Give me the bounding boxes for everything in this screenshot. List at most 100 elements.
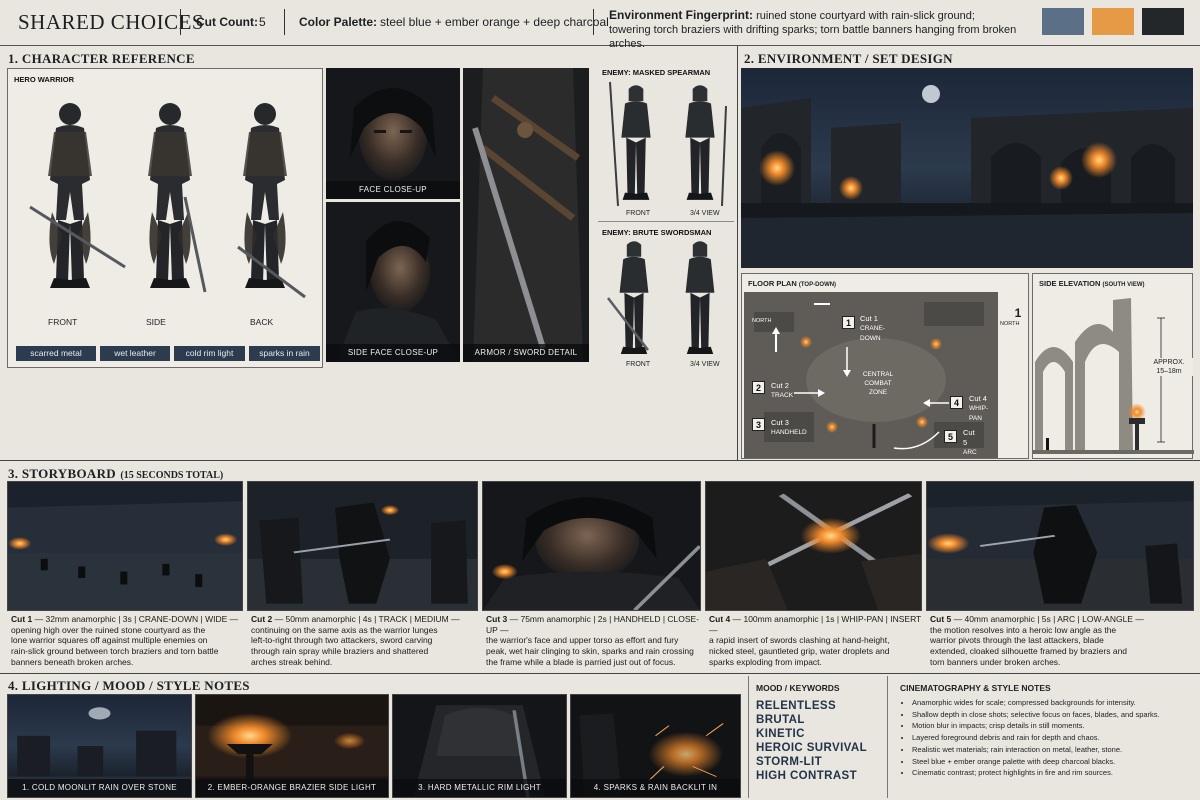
face-closeup-caption: FACE CLOSE-UP (326, 181, 460, 199)
brute-view-34: 3/4 VIEW (690, 361, 720, 368)
cut-count-value: 5 (259, 15, 266, 29)
cut-spec: — 40mm anamorphic | 5s | ARC | LOW-ANGLE… (951, 614, 1144, 624)
page-title: SHARED CHOICES (18, 10, 205, 34)
mood-keyword: BRUTAL (756, 714, 805, 726)
cut-description-line: peak, wet hair clinging to skin, sparks … (486, 646, 694, 657)
enemy-brute-label: ENEMY: BRUTE SWORDSMAN (602, 228, 712, 237)
mood-keyword: KINETIC (756, 728, 805, 740)
env-label: Environment Fingerprint: (609, 8, 753, 22)
storyboard-frame (7, 481, 243, 611)
storyboard-frame (926, 481, 1194, 611)
cut-description-line: through rain spray while braziers and sh… (251, 646, 429, 657)
cut-spec: — 100mm anamorphic | 1s | WHIP-PAN | INS… (709, 614, 922, 635)
north-marker-num: 1 (1014, 306, 1022, 320)
cut-description-line: opening high over the ruined stone court… (11, 624, 206, 635)
section-title-lighting: 4. LIGHTING / MOOD / STYLE NOTES (8, 678, 250, 693)
lighting-reference-image: 1. COLD MOONLIT RAIN OVER STONE (7, 694, 192, 798)
cut-marker-label: Cut 3 HANDHELD (771, 418, 807, 438)
storyboard-description: Cut 2 — 50mm anamorphic | 4s | TRACK | M… (251, 614, 478, 668)
north-marker-label: NORTH (1000, 321, 1020, 327)
cut-description-line: sparks exploding from impact. (709, 656, 822, 667)
hero-turnaround-figures (29, 103, 306, 299)
env-line-1: ruined stone courtyard with rain-slick g… (756, 10, 975, 22)
side-elevation-panel: SIDE ELEVATION (SOUTH VIEW) APPROX. 15–1… (1032, 273, 1194, 459)
cut-description-line: continuing on the same axis as the warri… (251, 624, 438, 635)
section-title-character: 1. CHARACTER REFERENCE (8, 51, 195, 66)
cut-marker-badge: 3 (752, 418, 765, 431)
header-divider (180, 9, 181, 35)
cut-spec: — 32mm anamorphic | 3s | CRANE-DOWN | WI… (32, 614, 239, 624)
cut-move: ARC (963, 449, 977, 456)
style-note: Steel blue + ember orange palette with d… (912, 756, 1197, 768)
mood-title: MOOD / KEYWORDS (756, 683, 840, 693)
environment-hero-image (741, 68, 1193, 268)
spearman-view-front: FRONT (626, 210, 651, 217)
cut-move: TRACK (771, 392, 794, 399)
cut-heading: Cut 3 (486, 614, 508, 624)
mood-keyword: RELENTLESS (756, 700, 837, 712)
lighting-caption: 1. COLD MOONLIT RAIN OVER STONE (8, 779, 191, 797)
style-notes-list: Anamorphic wides for scale; compressed b… (912, 697, 1197, 779)
approx-value: 15–18m (1156, 368, 1182, 375)
brute-view-front: FRONT (626, 361, 651, 368)
lighting-caption: 2. EMBER-ORANGE BRAZIER SIDE LIGHT (196, 779, 388, 797)
lighting-reference-image: 2. EMBER-ORANGE BRAZIER SIDE LIGHT (195, 694, 389, 798)
header-bar: SHARED CHOICES Cut Count: 5 Color Palett… (0, 0, 1200, 50)
section-divider (737, 46, 738, 460)
lighting-reference-image: 3. HARD METALLIC RIM LIGHT (392, 694, 567, 798)
side-elevation-sub: (SOUTH VIEW) (1102, 282, 1145, 288)
style-note: Shallow depth in close shots; selective … (912, 709, 1197, 721)
section-divider (0, 460, 1200, 461)
cut-description-line: banners beneath broken arches. (11, 656, 134, 667)
storyboard-description: Cut 1 — 32mm anamorphic | 3s | CRANE-DOW… (11, 614, 243, 668)
spearman-figures (609, 81, 727, 207)
storyboard-description: Cut 5 — 40mm anamorphic | 5s | ARC | LOW… (930, 614, 1194, 668)
cut-description-line: the frame while a blade is parried just … (486, 656, 676, 667)
section-title-environment: 2. ENVIRONMENT / SET DESIGN (744, 51, 953, 66)
mood-keywords: RELENTLESS BRUTAL KINETIC HEROIC SURVIVAL ST… (756, 699, 881, 783)
cut-marker-label: Cut 1 CRANE-DOWN (860, 314, 885, 344)
cut-spec: — 50mm anamorphic | 4s | TRACK | MEDIUM … (272, 614, 460, 624)
cut-heading: Cut 1 (11, 614, 33, 624)
storyboard-frame (705, 481, 922, 611)
cut-marker-badge: 1 (842, 316, 855, 329)
cut-description-line: warrior pivots through the last attacker… (930, 635, 1104, 646)
hero-label: HERO WARRIOR (14, 75, 74, 84)
lighting-caption: 4. SPARKS & RAIN BACKLIT IN CHARCOAL SHA… (571, 779, 740, 797)
spearman-view-34: 3/4 VIEW (690, 210, 720, 217)
view-label-back: BACK (250, 317, 274, 327)
cut-marker-badge: 4 (950, 396, 963, 409)
cut-count-label: Cut Count: (196, 15, 258, 29)
cut-description-line: a rapid insert of swords clashing at han… (709, 635, 890, 646)
lighting-caption: 3. HARD METALLIC RIM LIGHT (393, 779, 566, 797)
style-note: Anamorphic wides for scale; compressed b… (912, 697, 1197, 709)
cut-move: WHIP-PAN (969, 405, 989, 422)
palette-value: steel blue + ember orange + deep charcoa… (380, 15, 609, 29)
storyboard-strip: Cut 1 — 32mm anamorphic | 3s | CRANE-DOW… (0, 481, 1200, 671)
swatch-steel-blue (1042, 8, 1084, 35)
cut-move: HANDHELD (771, 429, 807, 436)
cut-description-line: torn banners under broken arches. (930, 656, 1061, 667)
style-note: Layered foreground debris and rain for d… (912, 732, 1197, 744)
elevation-height-note: APPROX. 15–18m (1145, 358, 1193, 376)
palette-label: Color Palette: (299, 15, 378, 29)
floor-plan-label: FLOOR PLAN (748, 279, 797, 288)
swatch-deep-charcoal (1142, 8, 1184, 35)
section-divider (0, 673, 1200, 674)
section-title-storyboard: 3. STORYBOARD (8, 466, 116, 481)
mood-keyword: HEROIC SURVIVAL (756, 742, 868, 754)
storyboard-duration: (15 SECONDS TOTAL) (120, 470, 224, 481)
style-note: Cinematic contrast; protect highlights i… (912, 767, 1197, 779)
hero-turnaround-panel: HERO WARRIOR FRONT SIDE BACK (7, 68, 323, 368)
header-divider (593, 9, 594, 35)
cut-name: Cut 4 (969, 394, 987, 403)
cut-name: Cut 3 (771, 418, 789, 427)
cut-heading: Cut 5 (930, 614, 952, 624)
mood-keyword: STORM-LIT (756, 756, 822, 768)
side-elevation-title: SIDE ELEVATION (SOUTH VIEW) (1039, 279, 1145, 288)
cut-description-line: the motion resolves into a heroic low an… (930, 624, 1117, 635)
storyboard-frame (247, 481, 478, 611)
env-line-2: towering torch braziers with drifting sp… (609, 24, 1017, 50)
cut-heading: Cut 4 (709, 614, 731, 624)
environment-fingerprint: Environment Fingerprint: ruined stone co… (609, 8, 1029, 51)
